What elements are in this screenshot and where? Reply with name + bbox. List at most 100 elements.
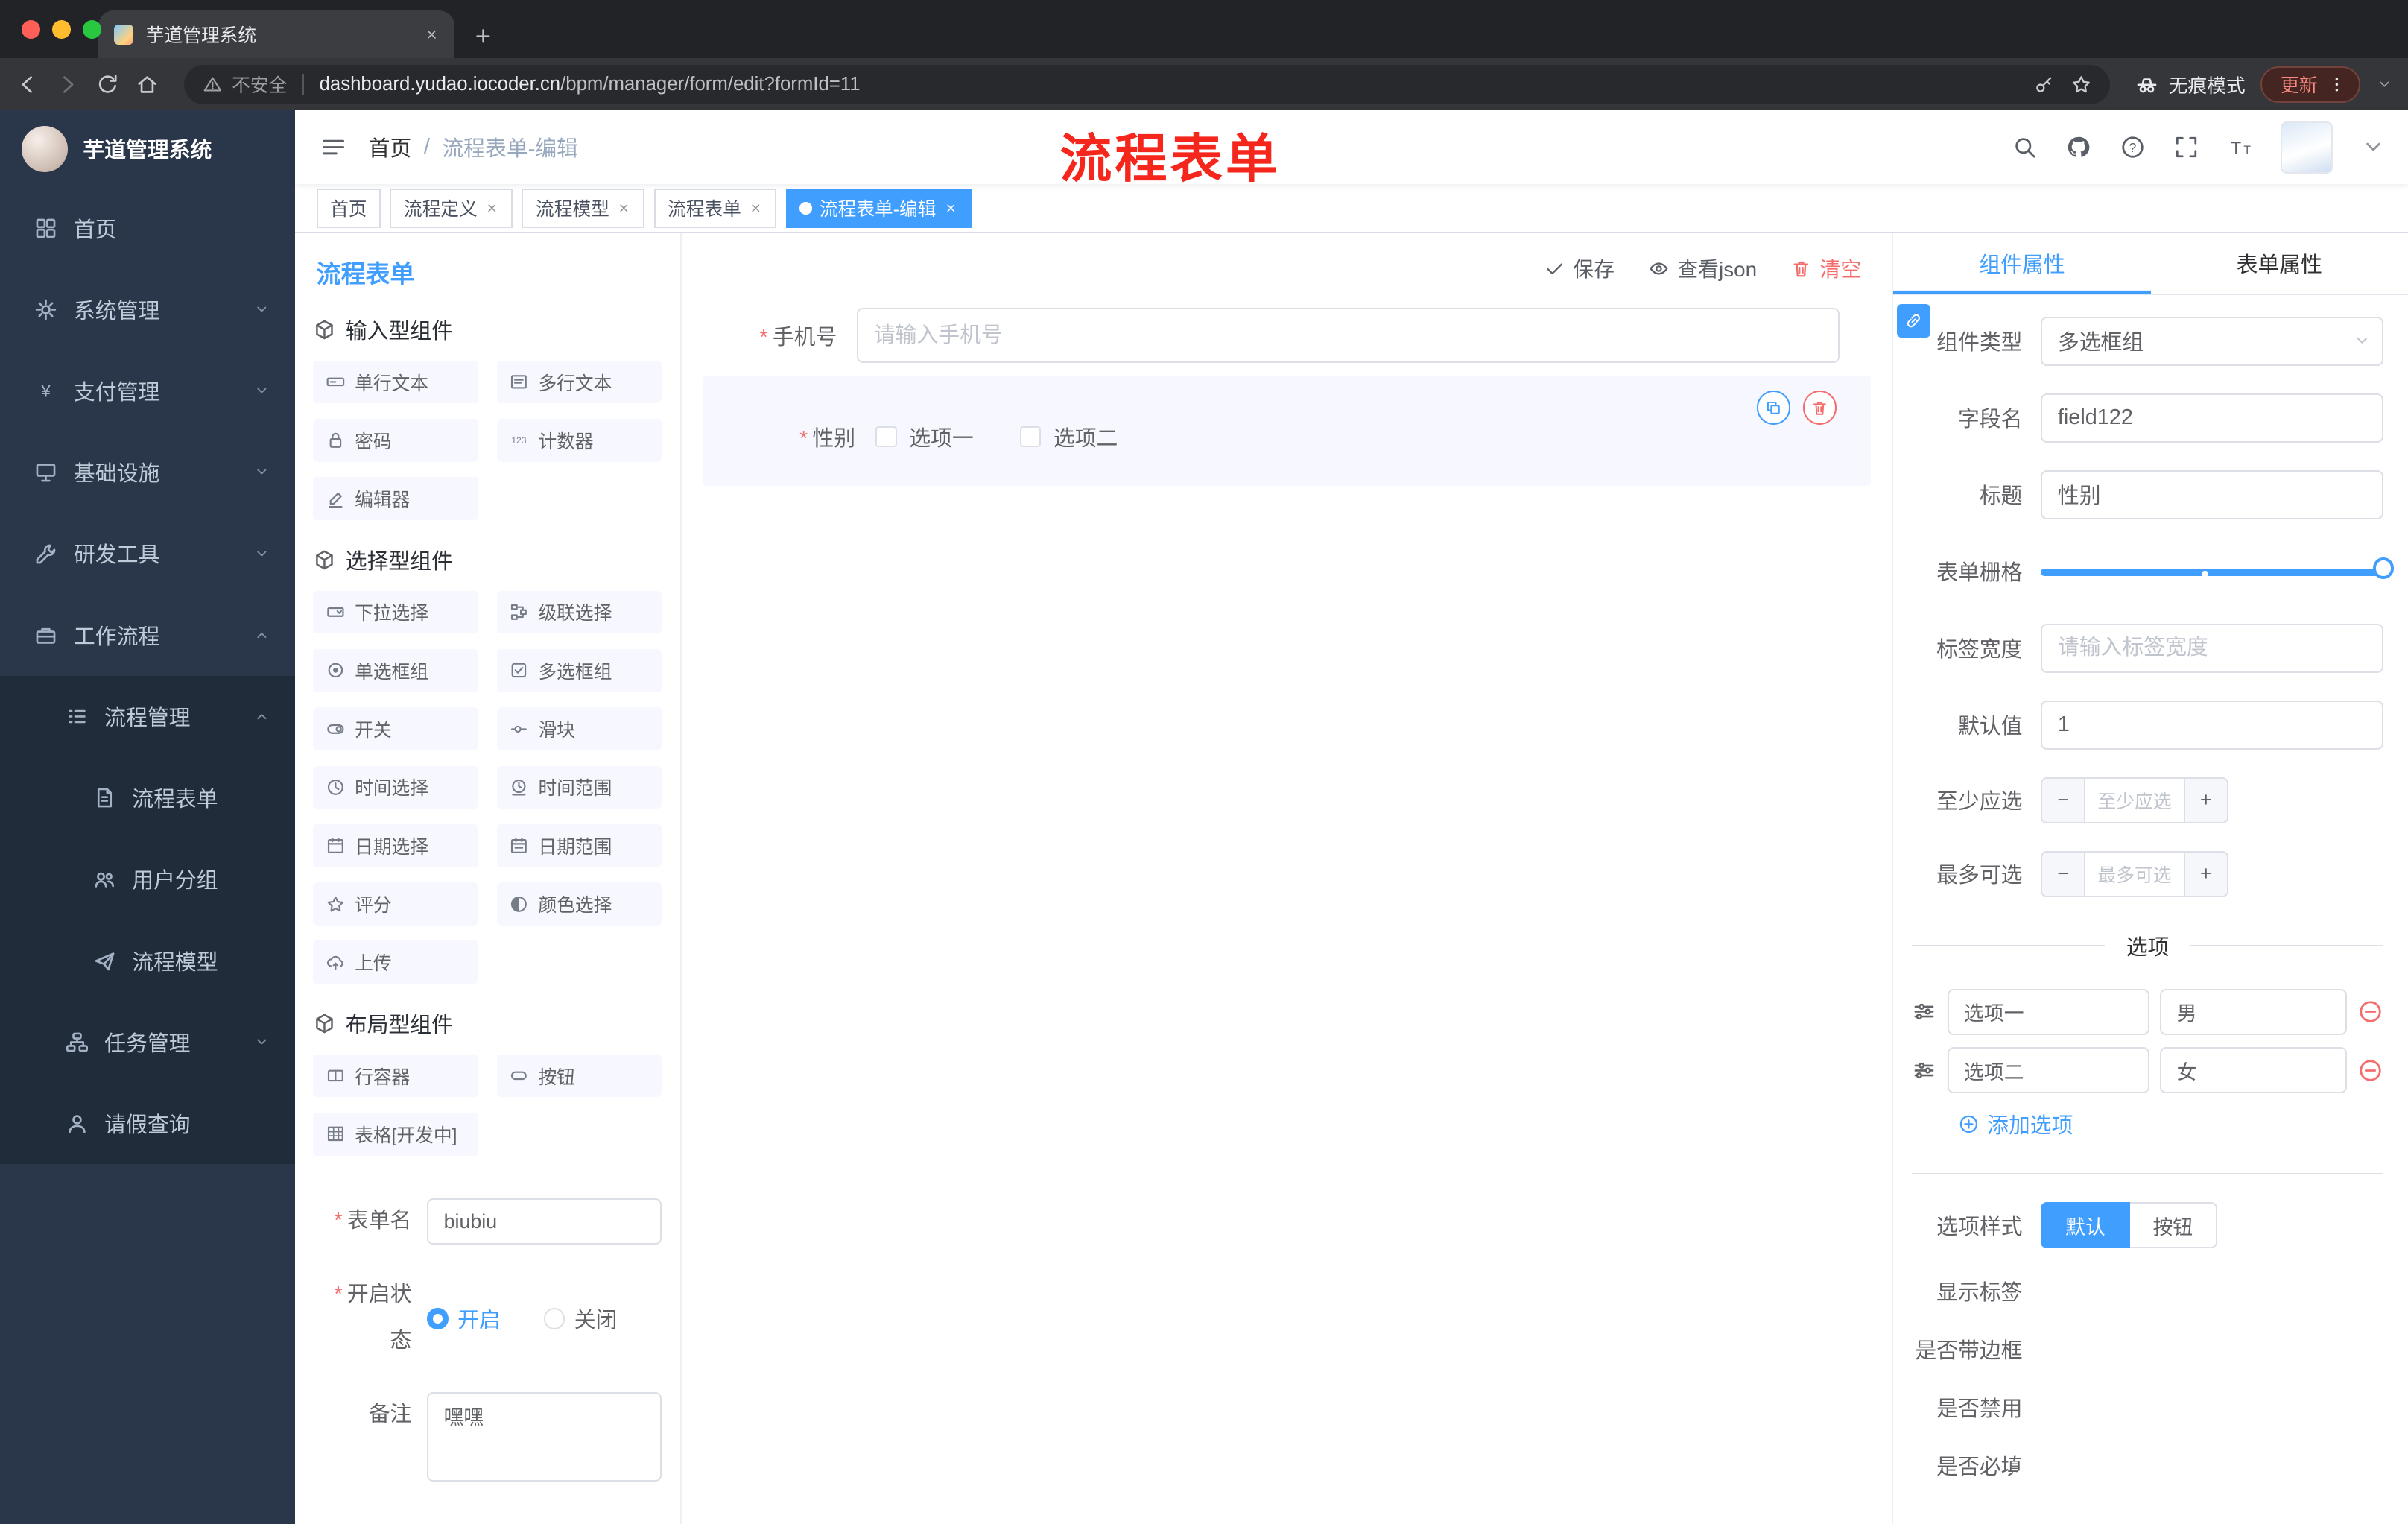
sidebar-item-process-management[interactable]: 流程管理 <box>0 676 295 757</box>
sidebar-item-process-model[interactable]: 流程模型 <box>0 920 295 1002</box>
sidebar-item-process-form[interactable]: 流程表单 <box>0 757 295 838</box>
close-icon[interactable] <box>749 201 763 215</box>
gender-option-1-checkbox[interactable]: 选项一 <box>875 422 974 452</box>
password-key-icon[interactable] <box>2033 74 2055 95</box>
close-icon[interactable] <box>485 201 499 215</box>
tag-process-form[interactable]: 流程表单 <box>653 188 777 229</box>
sidebar-item-user-group[interactable]: 用户分组 <box>0 838 295 920</box>
fullscreen-icon[interactable] <box>2173 134 2199 160</box>
security-warning-icon[interactable] <box>203 75 223 95</box>
slider-handle[interactable] <box>2372 557 2395 579</box>
component-radio-group[interactable]: 单选框组 <box>313 648 479 692</box>
component-editor[interactable]: 编辑器 <box>313 477 479 521</box>
close-icon[interactable] <box>617 201 631 215</box>
phone-input[interactable] <box>873 323 1823 348</box>
github-icon[interactable] <box>2065 134 2091 160</box>
sidebar-item-payment-management[interactable]: ¥ 支付管理 <box>0 350 295 431</box>
component-date-range[interactable]: 日期范围 <box>496 823 662 867</box>
component-row-container[interactable]: 行容器 <box>313 1054 479 1098</box>
delete-field-button[interactable] <box>1802 391 1837 425</box>
user-avatar[interactable] <box>2280 121 2333 174</box>
gender-option-2-checkbox[interactable]: 选项二 <box>1019 422 1118 452</box>
default-value-input[interactable] <box>2057 712 2367 738</box>
tag-home[interactable]: 首页 <box>316 188 381 229</box>
component-counter[interactable]: 123 计数器 <box>496 419 662 462</box>
remove-option-icon[interactable] <box>2357 999 2383 1025</box>
sidebar-item-dev-tools[interactable]: 研发工具 <box>0 513 295 594</box>
component-type-select[interactable]: 多选框组 <box>2041 316 2383 366</box>
option-2-value-input[interactable] <box>2176 1058 2330 1082</box>
label-width-input[interactable] <box>2057 636 2367 661</box>
component-color-picker[interactable]: 颜色选择 <box>496 882 662 926</box>
browser-tab[interactable]: 芋道管理系统 <box>98 10 455 59</box>
component-checkbox-group[interactable]: 多选框组 <box>496 648 662 692</box>
component-time-range[interactable]: 时间范围 <box>496 765 662 809</box>
duplicate-field-button[interactable] <box>1757 391 1791 425</box>
component-slider[interactable]: 滑块 <box>496 707 662 750</box>
option-1-value-input[interactable] <box>2176 1000 2330 1024</box>
component-single-line-text[interactable]: 单行文本 <box>313 360 479 404</box>
window-close-button[interactable] <box>21 19 40 39</box>
component-cascader[interactable]: 级联选择 <box>496 590 662 634</box>
tab-component-props[interactable]: 组件属性 <box>1893 233 2150 293</box>
tab-form-props[interactable]: 表单属性 <box>2151 233 2408 293</box>
component-select[interactable]: 下拉选择 <box>313 590 479 634</box>
option-2-label-input[interactable] <box>1964 1058 2132 1082</box>
sidebar-item-system-management[interactable]: 系统管理 <box>0 269 295 350</box>
status-on-radio[interactable]: 开启 <box>427 1303 501 1334</box>
close-icon[interactable] <box>944 201 958 215</box>
component-multi-line-text[interactable]: 多行文本 <box>496 360 662 404</box>
back-button[interactable] <box>16 72 40 97</box>
browser-menu-icon[interactable] <box>2327 75 2347 95</box>
form-remark-textarea[interactable]: 嘿嘿 <box>427 1392 662 1482</box>
component-table[interactable]: 表格[开发中] <box>313 1113 479 1156</box>
update-button[interactable]: 更新 <box>2260 66 2361 104</box>
phone-field-row[interactable]: 手机号 <box>703 308 1871 364</box>
component-password[interactable]: 密码 <box>313 419 479 462</box>
status-off-radio[interactable]: 关闭 <box>543 1303 617 1334</box>
sidebar-item-infrastructure[interactable]: 基础设施 <box>0 431 295 513</box>
stepper-decrease-button[interactable]: − <box>2042 778 2085 822</box>
tab-close-icon[interactable] <box>424 27 440 42</box>
max-select-placeholder[interactable]: 最多可选 <box>2085 853 2184 896</box>
style-button-button[interactable]: 按钮 <box>2129 1202 2218 1249</box>
help-icon[interactable]: ? <box>2120 134 2146 160</box>
view-json-button[interactable]: 查看json <box>1648 253 1757 283</box>
sidebar-toggle-icon[interactable] <box>320 133 347 161</box>
tag-process-form-edit[interactable]: 流程表单-编辑 <box>785 188 972 229</box>
tag-process-definition[interactable]: 流程定义 <box>390 188 513 229</box>
window-minimize-button[interactable] <box>52 19 71 39</box>
title-input[interactable] <box>2057 482 2367 508</box>
reload-button[interactable] <box>95 72 120 97</box>
sidebar-item-home[interactable]: 首页 <box>0 187 295 268</box>
address-bar[interactable]: 不安全 dashboard.yudao.iocoder.cn/bpm/manag… <box>184 64 2111 105</box>
sidebar-item-leave-query[interactable]: 请假查询 <box>0 1083 295 1164</box>
remove-option-icon[interactable] <box>2357 1057 2383 1084</box>
toolbar-caret-icon[interactable] <box>2376 76 2393 93</box>
home-button[interactable] <box>135 72 159 97</box>
component-upload[interactable]: 上传 <box>313 940 479 984</box>
search-icon[interactable] <box>2012 134 2038 160</box>
forward-button[interactable] <box>55 72 80 97</box>
grid-slider[interactable] <box>2041 547 2395 596</box>
sidebar-item-task-management[interactable]: 任务管理 <box>0 1002 295 1083</box>
component-date-picker[interactable]: 日期选择 <box>313 823 479 867</box>
option-drag-handle-icon[interactable] <box>1912 999 1936 1024</box>
component-button[interactable]: 按钮 <box>496 1054 662 1098</box>
avatar-caret-icon[interactable] <box>2360 134 2386 160</box>
font-size-icon[interactable]: TT <box>2227 134 2253 160</box>
sidebar-item-workflow[interactable]: 工作流程 <box>0 595 295 676</box>
option-1-label-input[interactable] <box>1964 1000 2132 1024</box>
component-rate[interactable]: 评分 <box>313 882 479 926</box>
option-drag-handle-icon[interactable] <box>1912 1058 1936 1083</box>
stepper-decrease-button[interactable]: − <box>2042 852 2085 896</box>
tag-process-model[interactable]: 流程模型 <box>522 188 645 229</box>
component-time-picker[interactable]: 时间选择 <box>313 765 479 809</box>
new-tab-button[interactable] <box>473 26 493 46</box>
style-default-button[interactable]: 默认 <box>2041 1202 2130 1249</box>
form-name-input[interactable] <box>443 1210 645 1233</box>
clear-button[interactable]: 清空 <box>1790 253 1861 283</box>
field-name-input[interactable] <box>2057 405 2367 431</box>
bookmark-star-icon[interactable] <box>2070 74 2092 95</box>
window-zoom-button[interactable] <box>83 19 102 39</box>
